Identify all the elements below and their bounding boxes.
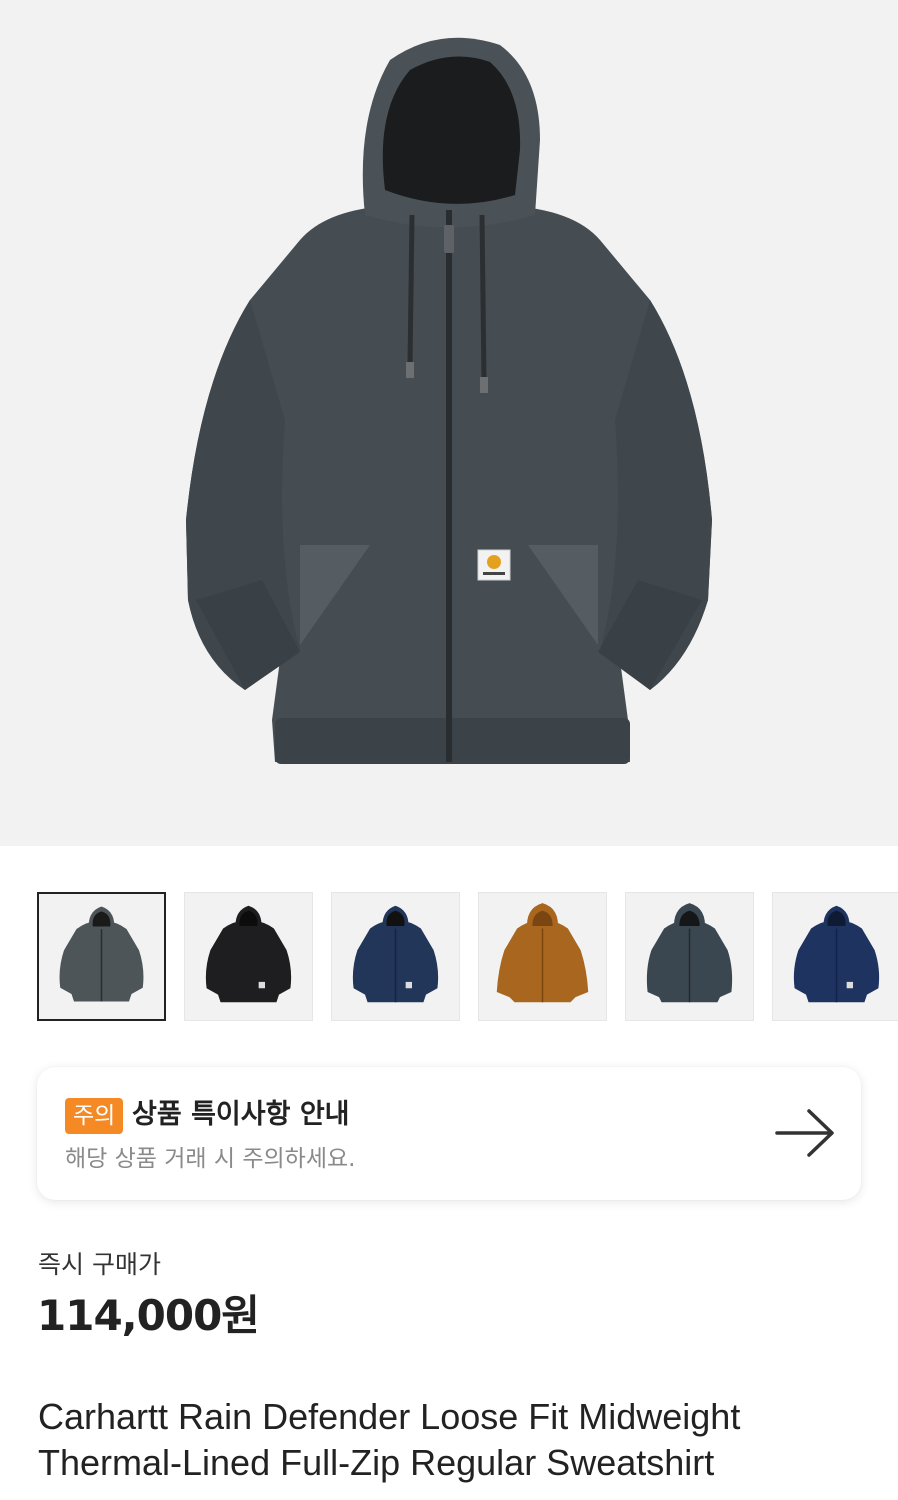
product-name-line2: Thermal-Lined Full-Zip Regular Sweatshir… [38,1442,715,1483]
product-name-line1: Carhartt Rain Defender Loose Fit Midweig… [38,1396,741,1437]
price-value: 114,000원 [37,1291,260,1340]
hoodie-image [186,37,712,764]
product-main-image[interactable] [0,0,898,846]
hoodie-thumb-image [205,905,292,1003]
caution-badge: 주의 [65,1098,124,1134]
thumbnail-strip[interactable] [37,892,898,1022]
notice-title: 상품 특이사항 안내 [132,1099,350,1130]
hoodie-thumb-image [352,905,439,1003]
hoodie-thumb-image [496,903,589,1003]
thumbnail-navy-2[interactable] [772,892,898,1021]
notice-description: 해당 상품 거래 시 주의하세요. [65,1146,356,1172]
hoodie-thumb-image [793,905,880,1003]
product-name: Carhartt Rain Defender Loose Fit Midweig… [38,1394,878,1486]
thumbnail-navy[interactable] [331,892,460,1021]
hoodie-thumb-image [59,906,144,1002]
hoodie-thumb-image [646,903,733,1003]
arrow-right-icon[interactable] [775,1105,837,1161]
thumbnail-slate[interactable] [625,892,754,1021]
thumbnail-black[interactable] [184,892,313,1021]
thumbnail-gray[interactable] [37,892,166,1021]
price-label: 즉시 구매가 [38,1250,161,1279]
product-notice-card[interactable]: 주의 상품 특이사항 안내 해당 상품 거래 시 주의하세요. [37,1067,861,1200]
thumbnail-brown[interactable] [478,892,607,1021]
